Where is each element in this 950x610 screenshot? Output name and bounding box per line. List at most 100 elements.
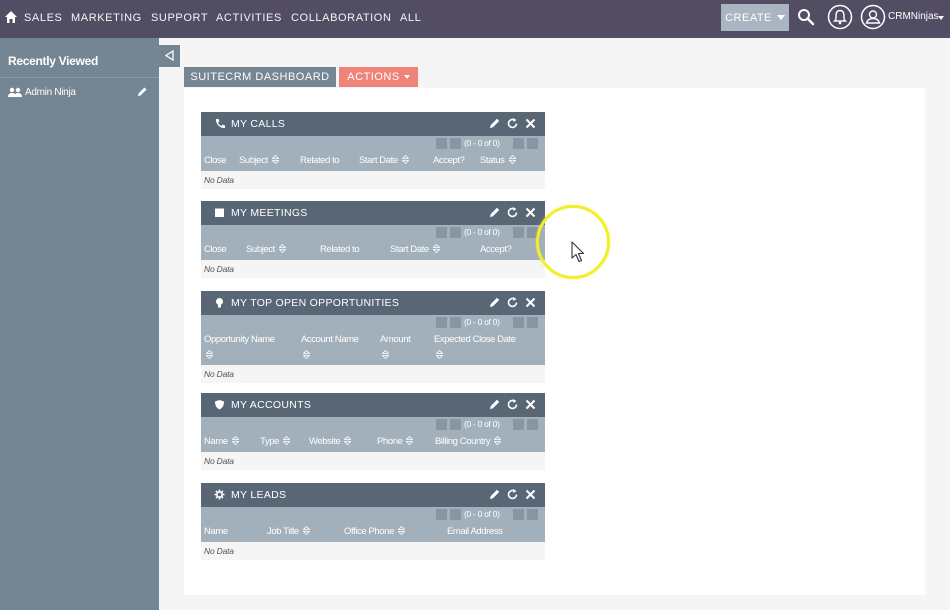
column-header[interactable]: Account Name [301, 334, 359, 345]
first-page-button[interactable] [436, 419, 447, 430]
sort-icon[interactable] [494, 436, 502, 445]
column-header[interactable]: Status [480, 155, 516, 166]
sort-icon[interactable] [381, 346, 390, 360]
column-header[interactable]: Accept? [433, 155, 465, 166]
column-header[interactable]: Phone [377, 436, 414, 447]
actions-button[interactable]: ACTIONS [339, 67, 418, 87]
home-icon[interactable] [4, 10, 18, 24]
first-page-button[interactable] [436, 509, 447, 520]
tab-suitecrm-dashboard[interactable]: SUITECRM DASHBOARD [184, 67, 336, 87]
prev-page-button[interactable] [450, 509, 461, 520]
pencil-icon[interactable] [488, 488, 501, 501]
refresh-icon[interactable] [506, 206, 519, 219]
column-header[interactable]: Close [204, 244, 227, 255]
pencil-icon[interactable] [136, 86, 148, 98]
sort-icon[interactable] [406, 436, 414, 445]
sort-icon[interactable] [508, 155, 516, 164]
column-header[interactable]: Website [309, 436, 352, 447]
column-header[interactable]: Related to [320, 244, 360, 255]
sort-icon[interactable] [401, 155, 409, 164]
user-icon[interactable] [860, 4, 886, 30]
nav-sales[interactable]: SALES [24, 12, 62, 24]
nav-collaboration[interactable]: COLLABORATION [291, 12, 392, 24]
sort-icon[interactable] [435, 346, 444, 360]
close-icon[interactable] [524, 398, 537, 411]
close-icon[interactable] [524, 206, 537, 219]
next-page-button[interactable] [513, 317, 524, 328]
column-header[interactable]: Start Date [390, 244, 440, 255]
search-icon[interactable] [797, 8, 815, 26]
pencil-icon[interactable] [488, 296, 501, 309]
column-header[interactable]: Office Phone [344, 526, 405, 537]
first-page-button[interactable] [436, 317, 447, 328]
column-header[interactable]: Close [204, 155, 227, 166]
refresh-icon[interactable] [506, 488, 519, 501]
column-header[interactable]: Email Address [447, 526, 503, 537]
refresh-icon[interactable] [506, 296, 519, 309]
prev-page-button[interactable] [450, 419, 461, 430]
dashlet-header[interactable]: MY CALLS [201, 112, 545, 136]
column-header[interactable]: Start Date [359, 155, 409, 166]
prev-page-button[interactable] [450, 317, 461, 328]
prev-page-button[interactable] [450, 138, 461, 149]
sort-icon[interactable] [205, 346, 214, 360]
column-header[interactable]: Expected Close Date [434, 334, 516, 345]
column-header[interactable]: Accept? [480, 244, 512, 255]
sort-icon[interactable] [302, 346, 311, 360]
nav-support[interactable]: SUPPORT [151, 12, 208, 24]
chevron-down-icon[interactable] [938, 16, 944, 20]
column-header[interactable]: Type [260, 436, 290, 447]
nav-activities[interactable]: ACTIVITIES [216, 12, 282, 24]
column-header[interactable]: Billing Country [435, 436, 502, 447]
last-page-button[interactable] [527, 419, 538, 430]
nav-marketing[interactable]: MARKETING [71, 12, 142, 24]
close-icon[interactable] [524, 117, 537, 130]
sort-icon[interactable] [231, 436, 239, 445]
column-header[interactable]: Name [204, 436, 239, 447]
recent-item-admin-ninja[interactable]: Admin Ninja [8, 86, 153, 102]
sort-icon[interactable] [302, 526, 310, 535]
last-page-button[interactable] [527, 509, 538, 520]
dashlet-header[interactable]: MY MEETINGS [201, 201, 545, 225]
sort-icon[interactable] [344, 436, 352, 445]
next-page-button[interactable] [513, 138, 524, 149]
prev-page-button[interactable] [450, 227, 461, 238]
refresh-icon[interactable] [506, 117, 519, 130]
next-page-button[interactable] [513, 509, 524, 520]
first-page-button[interactable] [436, 138, 447, 149]
pencil-icon[interactable] [488, 117, 501, 130]
create-button[interactable]: CREATE [721, 4, 789, 31]
next-page-button[interactable] [513, 419, 524, 430]
column-header[interactable]: Job Title [267, 526, 310, 537]
nav-all[interactable]: ALL [400, 12, 421, 24]
sort-icon[interactable] [302, 349, 311, 360]
bell-icon[interactable] [827, 4, 853, 30]
dashlet-header[interactable]: MY ACCOUNTS [201, 393, 545, 417]
sort-icon[interactable] [271, 155, 279, 164]
dashlet-header[interactable]: MY LEADS [201, 483, 545, 507]
sort-icon[interactable] [432, 244, 440, 253]
sort-icon[interactable] [435, 349, 444, 360]
user-menu-name[interactable]: CRMNinjas [888, 11, 939, 22]
dashlet-header[interactable]: MY TOP OPEN OPPORTUNITIES [201, 291, 545, 315]
column-header[interactable]: Opportunity Name [204, 334, 275, 345]
first-page-button[interactable] [436, 227, 447, 238]
pencil-icon[interactable] [488, 206, 501, 219]
column-header[interactable]: Related to [300, 155, 340, 166]
column-header[interactable]: Amount [380, 334, 411, 345]
column-header[interactable]: Subject [246, 244, 286, 255]
sort-icon[interactable] [205, 349, 214, 360]
pencil-icon[interactable] [488, 398, 501, 411]
last-page-button[interactable] [527, 317, 538, 328]
sort-icon[interactable] [397, 526, 405, 535]
close-icon[interactable] [524, 296, 537, 309]
refresh-icon[interactable] [506, 398, 519, 411]
sort-icon[interactable] [278, 244, 286, 253]
sort-icon[interactable] [381, 349, 390, 360]
close-icon[interactable] [524, 488, 537, 501]
column-header[interactable]: Name [204, 526, 228, 537]
last-page-button[interactable] [527, 138, 538, 149]
column-header[interactable]: Subject [239, 155, 279, 166]
next-page-button[interactable] [513, 227, 524, 238]
sort-icon[interactable] [283, 436, 290, 445]
